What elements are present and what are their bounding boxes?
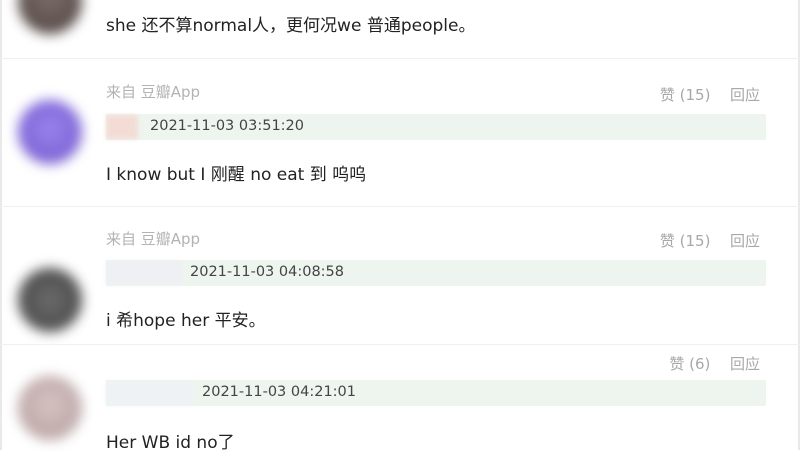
comment-actions: 赞 (15) 回应 — [660, 84, 760, 105]
quote-timestamp: 2021-11-03 03:51:20 — [150, 118, 304, 134]
comment-actions: 赞 (15) 回应 — [660, 230, 760, 251]
comment-text: i 希hope her 平安。 — [106, 311, 266, 331]
quote-block: 2021-11-03 03:51:20 — [106, 114, 766, 140]
quote-timestamp: 2021-11-03 04:08:58 — [190, 264, 344, 280]
divider — [0, 206, 800, 207]
reply-button[interactable]: 回应 — [730, 232, 760, 250]
comment-actions: 赞 (6) 回应 — [669, 353, 760, 374]
avatar[interactable] — [18, 376, 82, 440]
divider — [0, 58, 800, 59]
avatar[interactable] — [18, 100, 82, 164]
quoted-user-name[interactable] — [106, 115, 138, 139]
like-button[interactable]: 赞 (15) — [660, 86, 711, 104]
left-border — [0, 0, 2, 450]
quote-block: 2021-11-03 04:08:58 — [106, 260, 766, 286]
quoted-user-name[interactable] — [106, 261, 182, 285]
reply-button[interactable]: 回应 — [730, 86, 760, 104]
avatar[interactable] — [18, 0, 82, 34]
divider — [0, 344, 800, 345]
comment-text: Her WB id no了 — [106, 433, 235, 453]
like-button[interactable]: 赞 (15) — [660, 232, 711, 250]
comment-text: she 还不算normal人，更何况we 普通people。 — [106, 16, 476, 36]
quote-block: 2021-11-03 04:21:01 — [106, 380, 766, 406]
avatar[interactable] — [18, 268, 82, 332]
quoted-user-name[interactable] — [106, 381, 194, 405]
comment-source: 来自 豆瓣App — [106, 83, 201, 101]
quote-timestamp: 2021-11-03 04:21:01 — [202, 384, 356, 400]
comment-source: 来自 豆瓣App — [106, 230, 201, 248]
reply-button[interactable]: 回应 — [730, 355, 760, 373]
like-button[interactable]: 赞 (6) — [669, 355, 710, 373]
comment-text: I know but I 刚醒 no eat 到 呜呜 — [106, 165, 367, 185]
